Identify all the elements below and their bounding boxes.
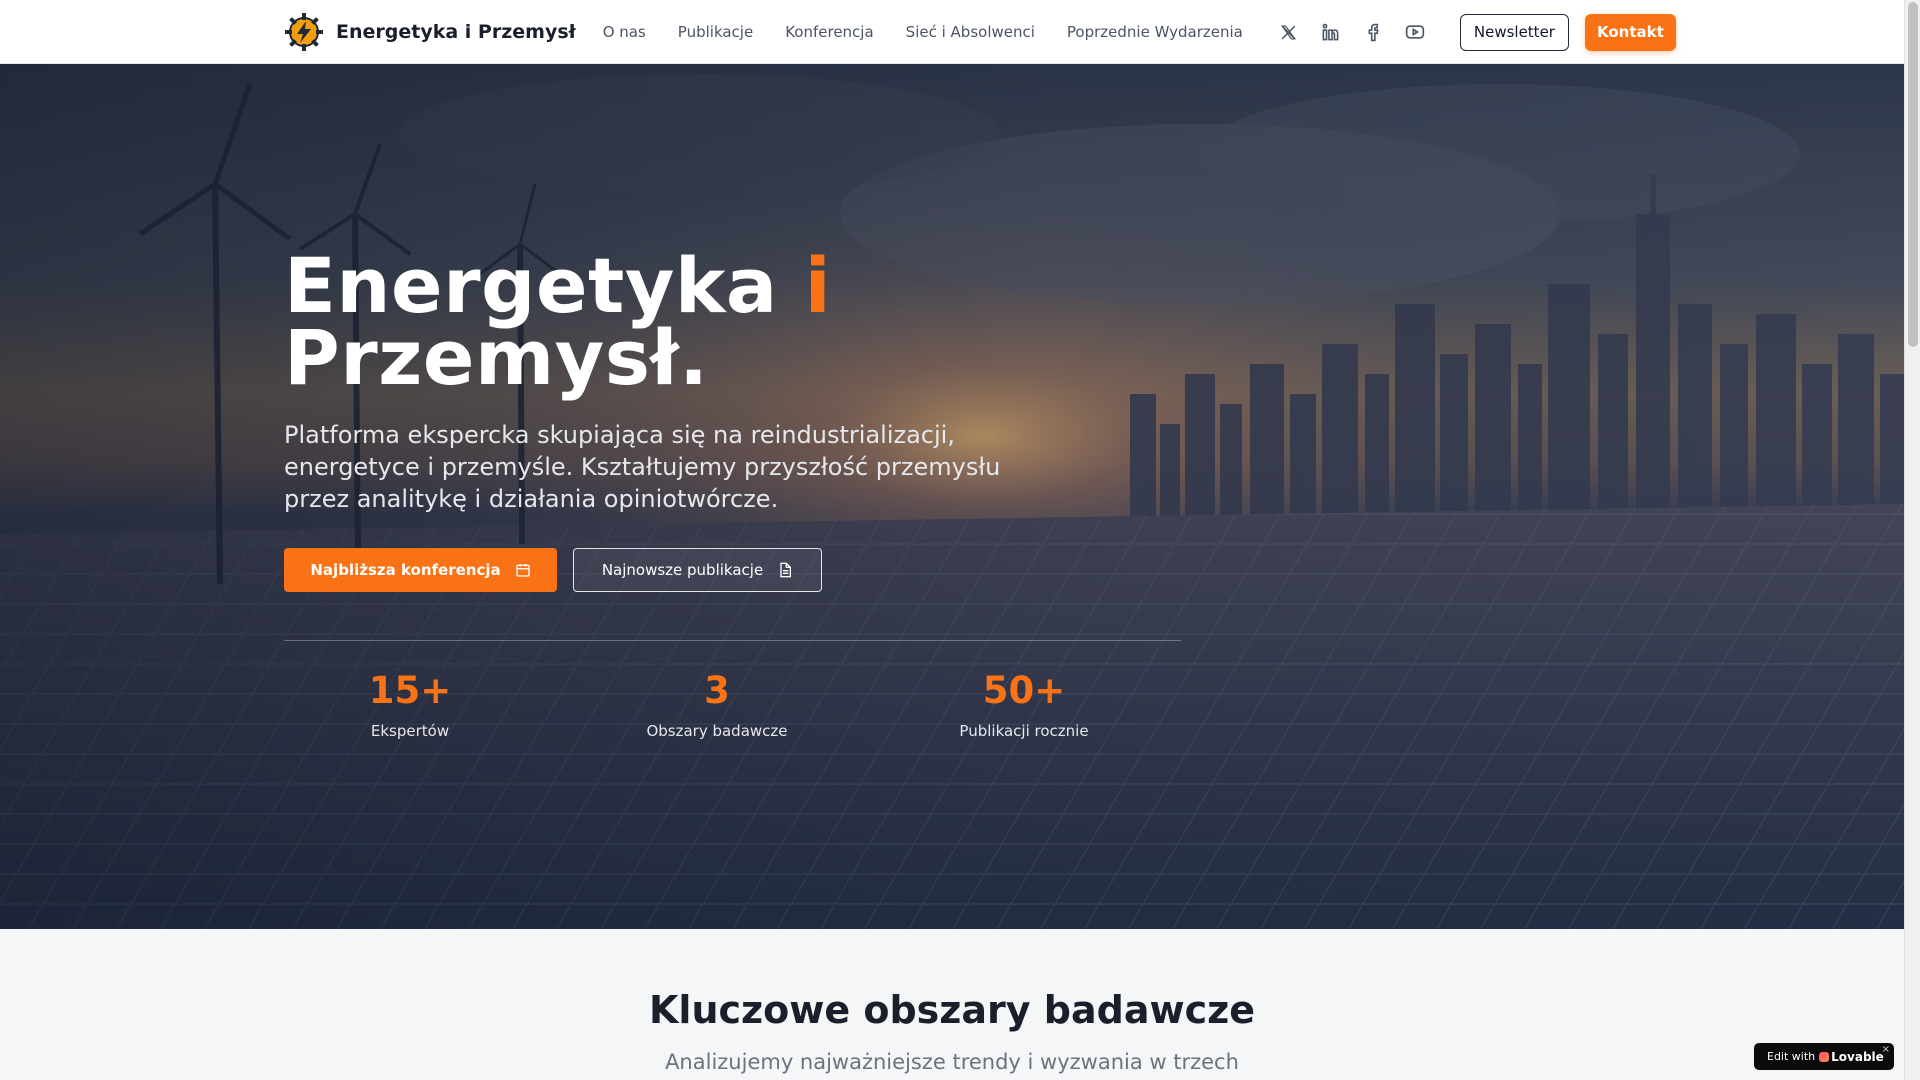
calendar-icon bbox=[515, 564, 530, 577]
next-conference-button[interactable]: Najbliższa konferencja bbox=[284, 548, 557, 592]
page-scrollbar[interactable] bbox=[1904, 0, 1920, 1080]
badge-brand-text: Lovable bbox=[1831, 1049, 1884, 1064]
x-icon[interactable] bbox=[1277, 20, 1301, 44]
badge-prefix: Edit with bbox=[1767, 1050, 1816, 1063]
linkedin-icon[interactable] bbox=[1319, 20, 1343, 44]
hero-title-accent: i bbox=[804, 241, 832, 330]
contact-button[interactable]: Kontakt bbox=[1584, 13, 1676, 51]
latest-publications-label: Najnowsze publikacje bbox=[601, 561, 764, 579]
nav-link-o-nas[interactable]: O nas bbox=[603, 23, 646, 41]
badge-brand: Lovable bbox=[1819, 1050, 1884, 1064]
brand[interactable]: Energetyka i Przemysł bbox=[284, 12, 576, 52]
newsletter-button[interactable]: Newsletter bbox=[1459, 13, 1569, 51]
stat-label: Publikacji rocznie bbox=[959, 722, 1089, 740]
stat-publications: 50+ Publikacji rocznie bbox=[904, 669, 1144, 741]
badge-close-icon[interactable]: × bbox=[1882, 1044, 1890, 1055]
hero-title: Energetyka i Przemysł. bbox=[284, 248, 1184, 396]
nav-link-siec-absolwenci[interactable]: Sieć i Absolwenci bbox=[906, 23, 1035, 41]
main-nav: O nas Publikacje Konferencja Sieć i Abso… bbox=[603, 23, 1243, 41]
lovable-heart-icon bbox=[1819, 1051, 1830, 1062]
latest-publications-button[interactable]: Najnowsze publikacje bbox=[573, 548, 822, 592]
stat-label: Ekspertów bbox=[370, 722, 450, 740]
social-links bbox=[1277, 20, 1427, 44]
stat-value: 3 bbox=[704, 669, 730, 712]
site-header: Energetyka i Przemysł O nas Publikacje K… bbox=[0, 0, 1904, 64]
brand-name: Energetyka i Przemysł bbox=[336, 21, 576, 43]
nav-link-publikacje[interactable]: Publikacje bbox=[678, 23, 753, 41]
logo-lightning-gear-icon bbox=[285, 13, 323, 51]
hero-subtitle: Platforma ekspercka skupiająca się na re… bbox=[284, 421, 1001, 513]
stat-value: 15+ bbox=[368, 669, 452, 712]
hero-divider bbox=[284, 640, 1181, 641]
next-conference-label: Najbliższa konferencja bbox=[310, 561, 501, 579]
youtube-icon[interactable] bbox=[1403, 20, 1427, 44]
section-title: Kluczowe obszary badawcze bbox=[648, 988, 1255, 1032]
scrollbar-thumb[interactable] bbox=[1908, 2, 1918, 347]
hero-title-part2: Przemysł. bbox=[284, 313, 709, 402]
stat-label: Obszary badawcze bbox=[646, 722, 788, 740]
hero-cta-row: Najbliższa konferencja Najnowsze publika… bbox=[284, 548, 822, 592]
edit-with-lovable-badge[interactable]: Edit with Lovable × bbox=[1754, 1043, 1894, 1070]
hero-section: Energetyka i Przemysł. Platforma eksperc… bbox=[0, 64, 1904, 929]
stat-experts: 15+ Ekspertów bbox=[290, 669, 530, 741]
stat-value: 50+ bbox=[982, 669, 1066, 712]
facebook-icon[interactable] bbox=[1361, 20, 1385, 44]
nav-link-konferencja[interactable]: Konferencja bbox=[785, 23, 873, 41]
hero-stats: 15+ Ekspertów 3 Obszary badawcze 50+ Pub… bbox=[284, 670, 1204, 750]
nav-link-poprzednie-wydarzenia[interactable]: Poprzednie Wydarzenia bbox=[1067, 23, 1243, 41]
header-inner: Energetyka i Przemysł O nas Publikacje K… bbox=[284, 0, 1676, 64]
section-subtitle: Analizujemy najważniejsze trendy i wyzwa… bbox=[665, 1050, 1239, 1074]
stat-research-areas: 3 Obszary badawcze bbox=[597, 669, 837, 741]
document-icon bbox=[780, 562, 792, 578]
